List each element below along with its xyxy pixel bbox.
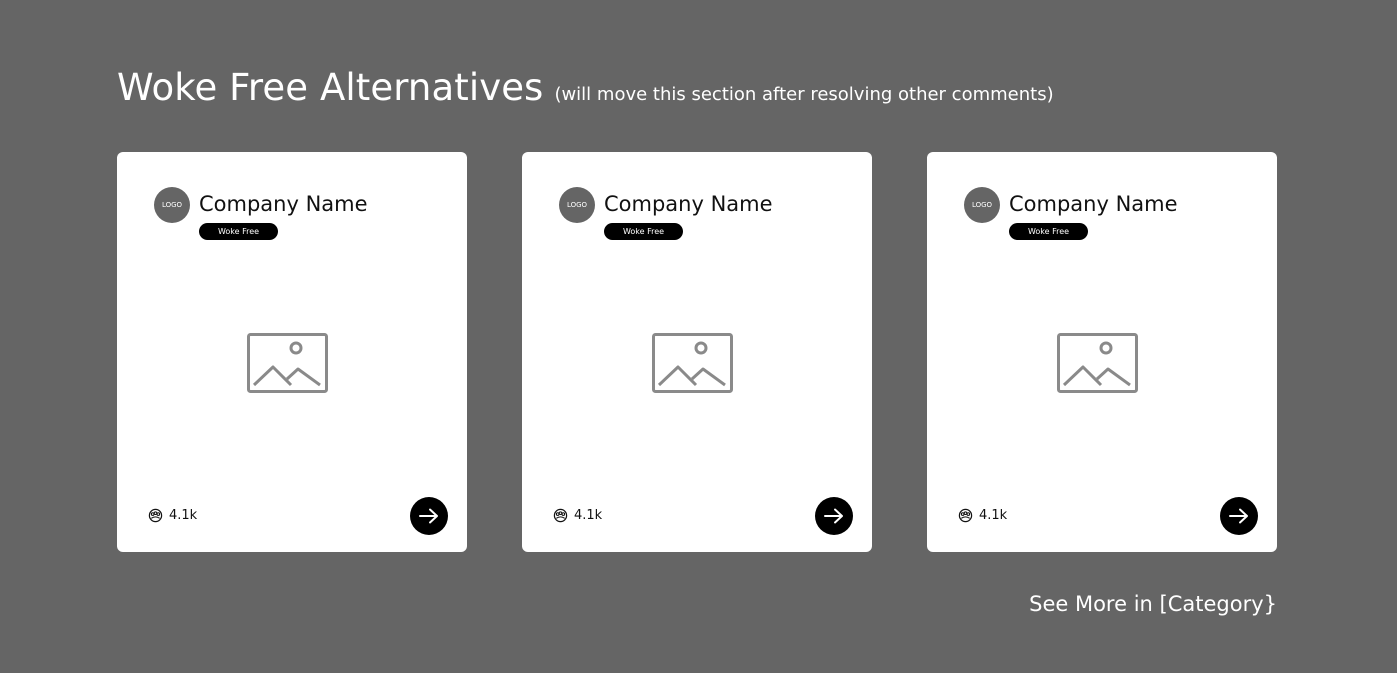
woke-free-badge: Woke Free: [1009, 223, 1088, 240]
woke-free-badge: Woke Free: [199, 223, 278, 240]
company-logo: LOGO: [964, 187, 1000, 223]
company-card[interactable]: LOGO Company Name Woke Free 4.1k: [117, 152, 467, 552]
people-group-icon: [553, 508, 568, 523]
stat-value: 4.1k: [574, 508, 603, 523]
card-list: LOGO Company Name Woke Free 4.1k LOGO Co…: [117, 152, 1277, 552]
section-subtitle: (will move this section after resolving …: [554, 84, 1054, 105]
company-name: Company Name: [199, 192, 368, 216]
arrow-right-icon: [419, 508, 438, 524]
see-more-link[interactable]: See More in [Category}: [1029, 592, 1277, 616]
company-logo: LOGO: [559, 187, 595, 223]
image-placeholder-icon: [1057, 333, 1138, 393]
open-company-button[interactable]: [815, 497, 853, 535]
page: Woke Free Alternatives (will move this s…: [0, 0, 1397, 673]
company-card[interactable]: LOGO Company Name Woke Free 4.1k: [522, 152, 872, 552]
stats: 4.1k: [553, 508, 602, 523]
company-card[interactable]: LOGO Company Name Woke Free 4.1k: [927, 152, 1277, 552]
arrow-right-icon: [1229, 508, 1248, 524]
open-company-button[interactable]: [410, 497, 448, 535]
stat-value: 4.1k: [979, 508, 1008, 523]
arrow-right-icon: [824, 508, 843, 524]
section-title: Woke Free Alternatives: [117, 66, 544, 109]
company-logo: LOGO: [154, 187, 190, 223]
stats: 4.1k: [148, 508, 197, 523]
company-name: Company Name: [604, 192, 773, 216]
people-group-icon: [148, 508, 163, 523]
company-name: Company Name: [1009, 192, 1178, 216]
image-placeholder-icon: [652, 333, 733, 393]
stat-value: 4.1k: [169, 508, 198, 523]
stats: 4.1k: [958, 508, 1007, 523]
image-placeholder-icon: [247, 333, 328, 393]
section-header: Woke Free Alternatives (will move this s…: [117, 66, 1054, 109]
people-group-icon: [958, 508, 973, 523]
open-company-button[interactable]: [1220, 497, 1258, 535]
woke-free-badge: Woke Free: [604, 223, 683, 240]
